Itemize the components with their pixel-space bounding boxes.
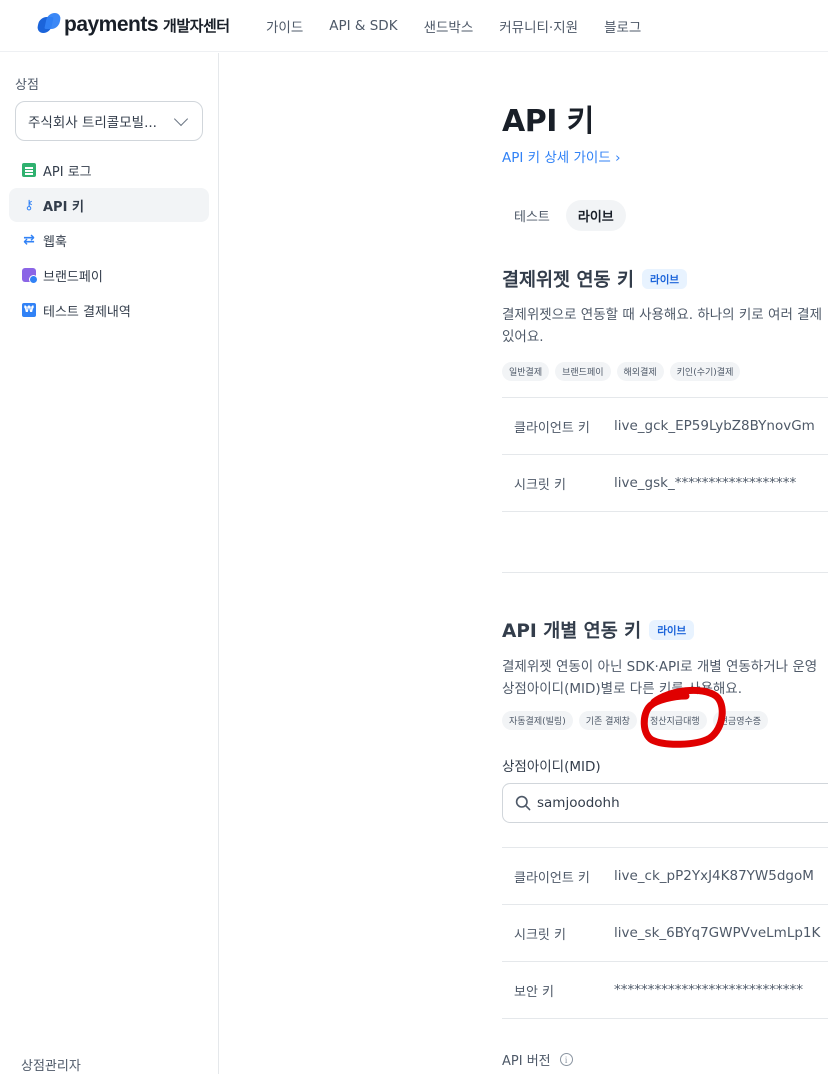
widget-feature-chips: 일반결제 브랜드페이 해외결제 키인(수기)결제 xyxy=(502,362,746,381)
divider xyxy=(502,511,828,512)
logo-subtitle: 개발자센터 xyxy=(163,16,230,35)
description-line: 있어요. xyxy=(502,329,544,345)
sidebar-item-label: API 키 xyxy=(43,199,84,215)
key-value[interactable]: **************************** xyxy=(614,982,803,998)
live-badge: 라이브 xyxy=(649,620,695,640)
key-label: 시크릿 키 xyxy=(514,477,566,493)
nav-guide[interactable]: 가이드 xyxy=(266,16,303,36)
api-secret-key-row: 시크릿 키 live_sk_6BYq7GWPVveLmLp1K xyxy=(502,904,828,961)
sidebar-menu: API 로그 ⚷ API 키 ⇄ 웹훅 브랜드페이 ₩ 테스트 결제내역 xyxy=(9,153,209,328)
store-select[interactable]: 주식회사 트리콜모빌... xyxy=(15,101,203,141)
red-annotation-circle xyxy=(640,686,726,748)
sidebar-item-api-log[interactable]: API 로그 xyxy=(9,153,209,187)
main-content: API 키 API 키 상세 가이드 › 테스트 라이브 결제위젯 연동 키 라… xyxy=(220,53,828,1074)
widget-secret-key-row: 시크릿 키 live_gsk_****************** xyxy=(502,454,828,511)
key-value[interactable]: live_gsk_****************** xyxy=(614,475,796,491)
api-version: API 버전 i xyxy=(502,1050,573,1069)
brandpay-icon xyxy=(22,268,38,284)
sidebar-item-brandpay[interactable]: 브랜드페이 xyxy=(9,258,209,292)
page-title: API 키 xyxy=(502,104,594,139)
sidebar: 상점 주식회사 트리콜모빌... API 로그 ⚷ API 키 ⇄ 웹훅 브랜드… xyxy=(0,53,219,1074)
key-label: 클라이언트 키 xyxy=(514,420,590,436)
nav-blog[interactable]: 블로그 xyxy=(604,16,641,36)
divider xyxy=(502,1018,828,1019)
live-badge: 라이브 xyxy=(642,269,688,289)
api-version-label: API 버전 xyxy=(502,1054,551,1069)
sidebar-item-label: API 로그 xyxy=(43,164,92,180)
feature-chip: 브랜드페이 xyxy=(555,362,611,381)
sidebar-item-label: 웹훅 xyxy=(43,234,67,250)
chevron-down-icon xyxy=(173,111,189,126)
store-manager-label[interactable]: 상점관리자 xyxy=(21,1055,81,1074)
section-title-text: API 개별 연동 키 xyxy=(502,621,642,642)
feature-chip: 자동결제(빌링) xyxy=(502,711,573,730)
api-client-key-row: 클라이언트 키 live_ck_pP2YxJ4K87YW5dgoM xyxy=(502,847,828,904)
top-navigation-bar: payments 개발자센터 가이드 API & SDK 샌드박스 커뮤니티·지… xyxy=(0,0,828,52)
key-value[interactable]: live_sk_6BYq7GWPVveLmLp1K xyxy=(614,925,820,941)
env-tabs: 테스트 라이브 xyxy=(502,200,630,231)
info-icon[interactable]: i xyxy=(559,1053,573,1066)
key-label: 보안 키 xyxy=(514,984,555,1000)
store-label: 상점 xyxy=(15,78,39,93)
log-icon xyxy=(22,163,36,177)
test-payment-icon: ₩ xyxy=(22,303,36,317)
search-icon xyxy=(515,795,531,811)
sidebar-item-webhook[interactable]: ⇄ 웹훅 xyxy=(9,223,209,257)
logo-icon xyxy=(36,13,62,37)
key-value[interactable]: live_gck_EP59LybZ8BYnovGm xyxy=(614,418,815,434)
key-value[interactable]: live_ck_pP2YxJ4K87YW5dgoM xyxy=(614,868,814,884)
nav-api-sdk[interactable]: API & SDK xyxy=(329,18,397,34)
mid-search-input[interactable] xyxy=(537,795,817,811)
widget-key-section-title: 결제위젯 연동 키 라이브 xyxy=(502,266,688,292)
widget-section-description: 결제위젯으로 연동할 때 사용해요. 하나의 키로 여러 결제 있어요. xyxy=(502,304,828,348)
store-select-value: 주식회사 트리콜모빌... xyxy=(28,115,157,131)
key-label: 시크릿 키 xyxy=(514,927,566,943)
feature-chip: 일반결제 xyxy=(502,362,550,381)
api-feature-chips: 자동결제(빌링) 기존 결제창 정산지급대행 현금영수증 xyxy=(502,711,774,730)
key-icon: ⚷ xyxy=(24,197,34,213)
logo-text: payments xyxy=(64,13,159,36)
api-security-key-row: 보안 키 **************************** xyxy=(502,961,828,1018)
sidebar-item-label: 브랜드페이 xyxy=(43,269,103,285)
widget-client-key-row: 클라이언트 키 live_gck_EP59LybZ8BYnovGm xyxy=(502,397,828,454)
sidebar-item-label: 테스트 결제내역 xyxy=(43,304,131,320)
feature-chip: 해외결제 xyxy=(616,362,664,381)
feature-chip: 키인(수기)결제 xyxy=(669,362,741,381)
section-title-text: 결제위젯 연동 키 xyxy=(502,270,635,291)
api-key-section-title: API 개별 연동 키 라이브 xyxy=(502,617,695,643)
webhook-icon: ⇄ xyxy=(23,232,35,248)
guide-link-label: API 키 상세 가이드 xyxy=(502,150,611,166)
tab-test[interactable]: 테스트 xyxy=(502,200,562,231)
description-line: 결제위젯 연동이 아닌 SDK·API로 개별 연동하거나 운영 xyxy=(502,659,818,675)
feature-chip: 기존 결제창 xyxy=(578,711,637,730)
chevron-right-icon: › xyxy=(615,150,621,166)
logo[interactable]: payments 개발자센터 xyxy=(36,11,230,39)
sidebar-item-test-payments[interactable]: ₩ 테스트 결제내역 xyxy=(9,293,209,327)
sidebar-item-api-key[interactable]: ⚷ API 키 xyxy=(9,188,209,222)
guide-link[interactable]: API 키 상세 가이드 › xyxy=(502,146,620,166)
nav-sandbox[interactable]: 샌드박스 xyxy=(424,16,474,36)
section-divider xyxy=(502,572,828,573)
description-line: 결제위젯으로 연동할 때 사용해요. 하나의 키로 여러 결제 xyxy=(502,307,822,323)
nav-community[interactable]: 커뮤니티·지원 xyxy=(499,16,578,36)
main-nav: 가이드 API & SDK 샌드박스 커뮤니티·지원 블로그 xyxy=(266,0,667,52)
mid-search-field[interactable] xyxy=(502,783,828,823)
tab-live[interactable]: 라이브 xyxy=(565,200,626,231)
mid-label: 상점아이디(MID) xyxy=(502,759,601,775)
key-label: 클라이언트 키 xyxy=(514,870,590,886)
